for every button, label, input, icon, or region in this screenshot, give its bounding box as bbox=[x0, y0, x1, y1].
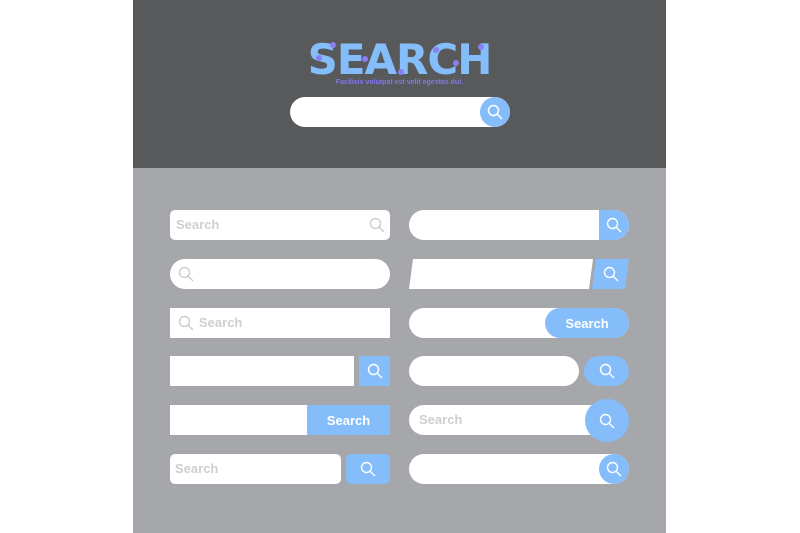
search-icon bbox=[178, 266, 194, 282]
search-bar-11[interactable]: Search bbox=[409, 405, 609, 435]
search-bar-3[interactable]: Search bbox=[170, 308, 390, 338]
search-placeholder: Search bbox=[176, 217, 220, 232]
search-bar-6[interactable]: Search bbox=[170, 454, 341, 484]
search-placeholder: Search bbox=[175, 461, 219, 476]
search-bar-1[interactable]: Search bbox=[170, 210, 390, 240]
decorative-dot bbox=[433, 47, 439, 53]
search-button-7[interactable] bbox=[599, 210, 629, 240]
search-bar-5[interactable] bbox=[170, 405, 307, 435]
page-title: SEARCH bbox=[307, 35, 493, 84]
decorative-dot bbox=[453, 60, 459, 66]
search-button-10[interactable] bbox=[584, 356, 629, 386]
search-bars-panel: SEARCH Facilisis volutpat est velit eges… bbox=[133, 0, 666, 533]
decorative-dot bbox=[316, 55, 322, 61]
search-icon bbox=[599, 363, 615, 379]
search-button-8[interactable] bbox=[592, 259, 629, 289]
search-button-9[interactable]: Search bbox=[545, 308, 629, 338]
hero-search-input[interactable] bbox=[290, 97, 510, 127]
search-bar-8[interactable] bbox=[409, 259, 593, 289]
search-bar-10[interactable] bbox=[409, 356, 579, 386]
search-placeholder: Search bbox=[419, 412, 463, 427]
search-bar-4[interactable] bbox=[170, 356, 354, 386]
search-icon bbox=[606, 461, 622, 477]
search-button-12[interactable] bbox=[599, 454, 629, 484]
search-icon bbox=[599, 413, 615, 429]
decorative-dot bbox=[330, 42, 336, 48]
search-icon bbox=[178, 315, 194, 331]
search-bar-2[interactable] bbox=[170, 259, 390, 289]
search-bar-9[interactable]: Search bbox=[409, 308, 629, 338]
search-button-6[interactable] bbox=[346, 454, 390, 484]
search-icon bbox=[487, 104, 503, 120]
search-icon bbox=[606, 217, 622, 233]
search-button-4[interactable] bbox=[359, 356, 390, 386]
search-bar-12[interactable] bbox=[409, 454, 629, 484]
header: SEARCH Facilisis volutpat est velit eges… bbox=[133, 0, 666, 168]
decorative-dot bbox=[362, 56, 368, 62]
decorative-dot bbox=[398, 69, 404, 75]
search-icon bbox=[360, 461, 376, 477]
search-button-11[interactable] bbox=[585, 399, 629, 442]
search-icon bbox=[603, 266, 619, 282]
hero-search-button[interactable] bbox=[480, 97, 510, 127]
search-bar-7[interactable] bbox=[409, 210, 629, 240]
search-placeholder: Search bbox=[199, 315, 243, 330]
search-icon bbox=[367, 363, 383, 379]
subtitle: Facilisis volutpat est velit egestas dui… bbox=[335, 79, 464, 86]
decorative-dot bbox=[478, 44, 484, 50]
search-icon[interactable] bbox=[369, 217, 385, 233]
search-button-5[interactable]: Search bbox=[307, 405, 390, 435]
